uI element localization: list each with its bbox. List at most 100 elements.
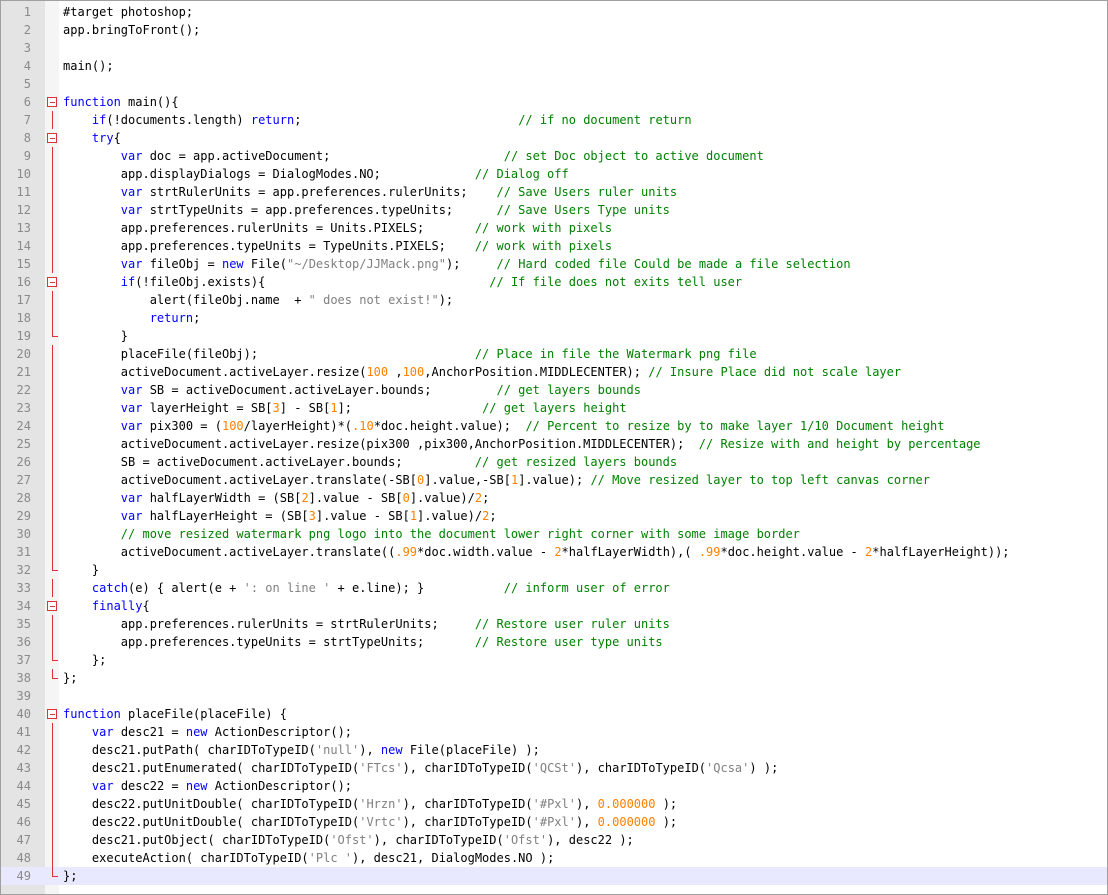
keyword-token: new	[185, 779, 208, 793]
code-line[interactable]: 41 var desc21 = new ActionDescriptor();	[1, 723, 1107, 741]
code-line[interactable]: 20 placeFile(fileObj); // Place in file …	[1, 345, 1107, 363]
code-line[interactable]: 27 activeDocument.activeLayer.translate(…	[1, 471, 1107, 489]
string-token: ': on line '	[243, 581, 331, 595]
keyword-token: var	[120, 383, 143, 397]
code-line[interactable]: 49};	[1, 867, 1107, 885]
code-line[interactable]: 17 alert(fileObj.name + " does not exist…	[1, 291, 1107, 309]
fold-line-icon	[45, 219, 59, 237]
code-line[interactable]: 30 // move resized watermark png logo in…	[1, 525, 1107, 543]
code-line[interactable]: 7 if(!documents.length) return; // if no…	[1, 111, 1107, 129]
code-line[interactable]: 45 desc22.putUnitDouble( charIDToTypeID(…	[1, 795, 1107, 813]
code-line[interactable]: 37 };	[1, 651, 1107, 669]
code-token: );	[438, 293, 454, 307]
code-line[interactable]: 46 desc22.putUnitDouble( charIDToTypeID(…	[1, 813, 1107, 831]
code-editor[interactable]: 1 #target photoshop; 2 app.bringToFront(); 3…	[0, 0, 1108, 895]
code-line[interactable]: 9 var doc = app.activeDocument; // set D…	[1, 147, 1107, 165]
string-token: 'Hrzn'	[359, 797, 403, 811]
code-line[interactable]: 11 var strtRulerUnits = app.preferences.…	[1, 183, 1107, 201]
code-token: SB = activeDocument.activeLayer.bounds;	[63, 455, 475, 469]
code-line[interactable]: 5	[1, 75, 1107, 93]
line-text: };	[63, 867, 77, 885]
code-line[interactable]: 38};	[1, 669, 1107, 687]
code-line[interactable]: 26 SB = activeDocument.activeLayer.bound…	[1, 453, 1107, 471]
fold-line-icon	[45, 543, 59, 561]
keyword-token: new	[185, 725, 208, 739]
number-token: 100	[366, 365, 389, 379]
code-line[interactable]: 6 function main(){	[1, 93, 1107, 111]
code-line[interactable]: 24 var pix300 = (100/layerHeight)*(.10*d…	[1, 417, 1107, 435]
line-number: 37	[16, 653, 31, 667]
line-number: 47	[16, 833, 31, 847]
code-token: desc22 =	[113, 779, 186, 793]
code-token: /layerHeight)*(	[243, 419, 353, 433]
line-number: 39	[16, 689, 31, 703]
code-token: #target photoshop;	[63, 5, 194, 19]
code-line[interactable]: 47 desc21.putObject( charIDToTypeID('Ofs…	[1, 831, 1107, 849]
code-line[interactable]: 19 }	[1, 327, 1107, 345]
code-line[interactable]: 29 var halfLayerHeight = (SB[3].value - …	[1, 507, 1107, 525]
comment-token: // work with pixels	[474, 239, 613, 253]
line-number: 35	[16, 617, 31, 631]
code-token: app.preferences.rulerUnits = strtRulerUn…	[63, 617, 475, 631]
line-text: var halfLayerHeight = (SB[3].value - SB[…	[63, 507, 497, 525]
keyword-token: try	[91, 131, 114, 145]
code-line[interactable]: 13 app.preferences.rulerUnits = Units.PI…	[1, 219, 1107, 237]
code-line[interactable]: 28 var halfLayerWidth = (SB[2].value - S…	[1, 489, 1107, 507]
code-line[interactable]: 36 app.preferences.typeUnits = strtTypeU…	[1, 633, 1107, 651]
fold-line-icon	[45, 345, 59, 363]
code-line[interactable]: 18 return;	[1, 309, 1107, 327]
code-line[interactable]: 34 finally{	[1, 597, 1107, 615]
keyword-token: var	[120, 401, 143, 415]
code-line[interactable]: 35 app.preferences.rulerUnits = strtRule…	[1, 615, 1107, 633]
code-line[interactable]: 25 activeDocument.activeLayer.resize(pix…	[1, 435, 1107, 453]
code-line[interactable]: 15 var fileObj = new File("~/Desktop/JJM…	[1, 255, 1107, 273]
fold-toggle-icon[interactable]	[45, 705, 59, 723]
code-line[interactable]: 33 catch(e) { alert(e + ': on line ' + e…	[1, 579, 1107, 597]
code-token: ].value);	[518, 473, 591, 487]
code-line[interactable]: 12 var strtTypeUnits = app.preferences.t…	[1, 201, 1107, 219]
line-text: desc21.putObject( charIDToTypeID('Ofst')…	[63, 831, 634, 849]
code-line[interactable]: 8 try{	[1, 129, 1107, 147]
fold-line-icon	[45, 453, 59, 471]
fold-line-icon	[45, 525, 59, 543]
number-token: 3	[272, 401, 280, 415]
code-line[interactable]: 42 desc21.putPath( charIDToTypeID('null'…	[1, 741, 1107, 759]
code-line[interactable]: 22 var SB = activeDocument.activeLayer.b…	[1, 381, 1107, 399]
fold-toggle-icon[interactable]	[45, 273, 59, 291]
code-line[interactable]: 3	[1, 39, 1107, 57]
code-line[interactable]: 44 var desc22 = new ActionDescriptor();	[1, 777, 1107, 795]
comment-token: // move resized watermark png logo into …	[120, 527, 800, 541]
code-line[interactable]: 23 var layerHeight = SB[3] - SB[1]; // g…	[1, 399, 1107, 417]
code-token: ),	[575, 815, 598, 829]
number-token: 0.000000	[597, 815, 656, 829]
code-line[interactable]: 4 main();	[1, 57, 1107, 75]
code-area[interactable]: 1 #target photoshop; 2 app.bringToFront(); 3…	[1, 3, 1107, 885]
code-line[interactable]: 31 activeDocument.activeLayer.translate(…	[1, 543, 1107, 561]
code-line[interactable]: 39	[1, 687, 1107, 705]
line-number: 5	[23, 77, 31, 91]
code-line[interactable]: 2 app.bringToFront();	[1, 21, 1107, 39]
code-line[interactable]: 32 }	[1, 561, 1107, 579]
line-text: var SB = activeDocument.activeLayer.boun…	[63, 381, 641, 399]
code-token: executeAction( charIDToTypeID(	[63, 851, 309, 865]
code-line[interactable]: 16 if(!fileObj.exists){ // If file does …	[1, 273, 1107, 291]
code-line[interactable]: 40 function placeFile(placeFile) {	[1, 705, 1107, 723]
fold-toggle-icon[interactable]	[45, 597, 59, 615]
code-line[interactable]: 43 desc21.putEnumerated( charIDToTypeID(…	[1, 759, 1107, 777]
code-token: *doc.height.value -	[720, 545, 866, 559]
line-text: app.displayDialogs = DialogModes.NO; // …	[63, 165, 569, 183]
code-token: ), charIDToTypeID(	[575, 761, 707, 775]
code-line[interactable]: 14 app.preferences.typeUnits = TypeUnits…	[1, 237, 1107, 255]
code-line[interactable]: 48 executeAction( charIDToTypeID('Plc ')…	[1, 849, 1107, 867]
string-token: "~/Desktop/JJMack.png"	[287, 257, 446, 271]
code-line[interactable]: 10 app.displayDialogs = DialogModes.NO; …	[1, 165, 1107, 183]
code-line[interactable]: 1 #target photoshop;	[1, 3, 1107, 21]
code-line[interactable]: 21 activeDocument.activeLayer.resize(100…	[1, 363, 1107, 381]
fold-line-icon	[45, 759, 59, 777]
fold-toggle-icon[interactable]	[45, 129, 59, 147]
line-text: app.bringToFront();	[63, 21, 200, 39]
code-token: ];	[337, 401, 483, 415]
fold-toggle-icon[interactable]	[45, 93, 59, 111]
